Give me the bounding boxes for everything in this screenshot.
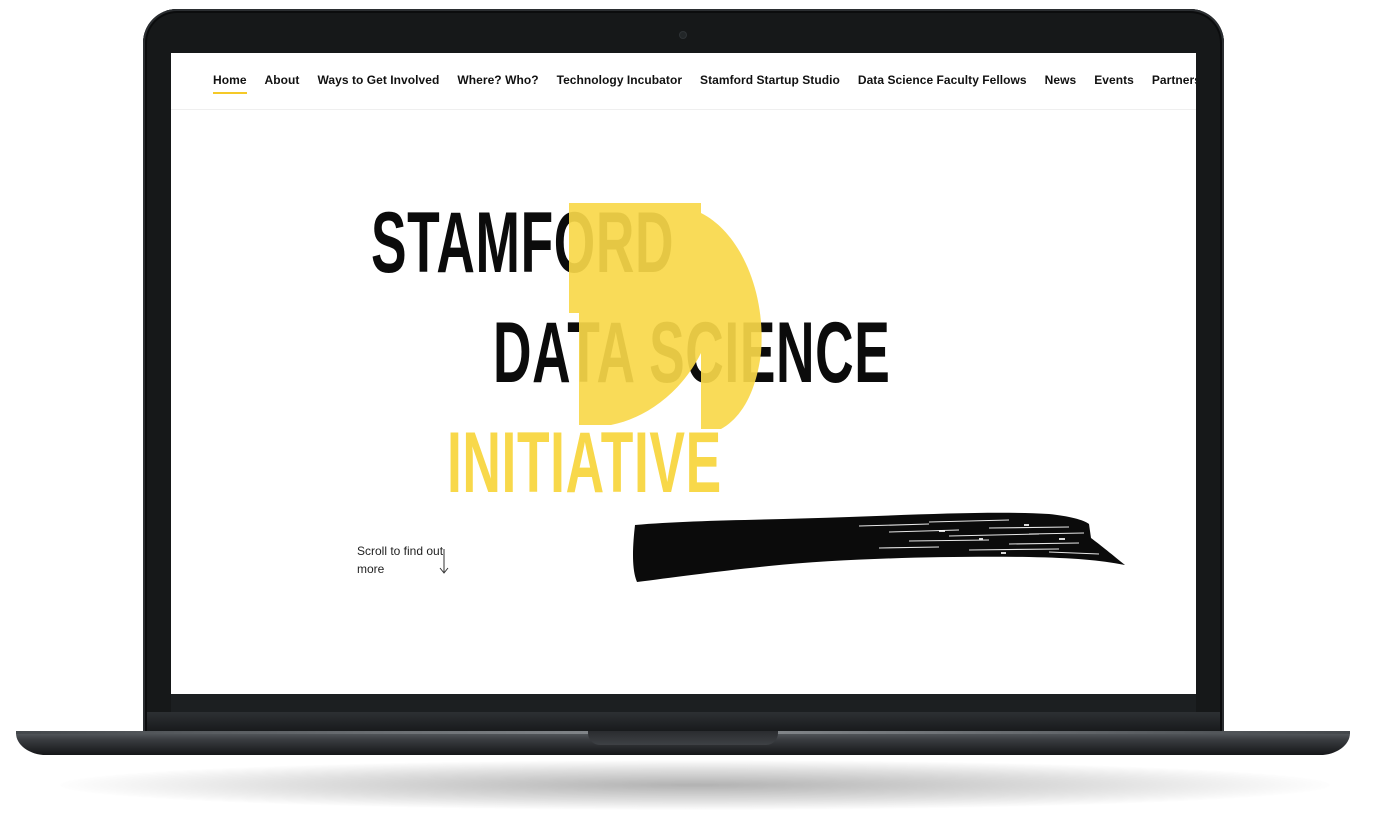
hero-title-line-1: STAMFORD bbox=[371, 195, 675, 291]
scroll-hint[interactable]: Scroll to find out more bbox=[357, 542, 447, 578]
hero-title-line-2: DATA SCIENCE bbox=[493, 305, 891, 401]
hero-title-line-3: INITIATIVE bbox=[447, 415, 722, 511]
screen-chin bbox=[171, 694, 1196, 712]
nav-item-startup-studio[interactable]: Stamford Startup Studio bbox=[700, 73, 840, 87]
camera-icon bbox=[680, 32, 686, 38]
laptop-notch bbox=[588, 731, 778, 745]
brush-stroke-decoration bbox=[633, 512, 1125, 582]
nav-item-events[interactable]: Events bbox=[1094, 73, 1134, 87]
nav-item-technology-incubator[interactable]: Technology Incubator bbox=[557, 73, 682, 87]
nav-list: Home About Ways to Get Involved Where? W… bbox=[213, 73, 1196, 94]
laptop-shadow bbox=[60, 760, 1330, 810]
nav-item-faculty-fellows[interactable]: Data Science Faculty Fellows bbox=[858, 73, 1027, 87]
nav-item-ways-to-get-involved[interactable]: Ways to Get Involved bbox=[317, 73, 439, 87]
nav-item-partners[interactable]: Partners bbox=[1152, 73, 1196, 87]
arrow-down-icon[interactable] bbox=[437, 547, 451, 577]
nav-item-about[interactable]: About bbox=[265, 73, 300, 87]
website-screen: Home About Ways to Get Involved Where? W… bbox=[171, 53, 1196, 694]
nav-item-home[interactable]: Home bbox=[213, 73, 247, 94]
main-navigation: Home About Ways to Get Involved Where? W… bbox=[171, 53, 1196, 110]
scroll-hint-text: Scroll to find out more bbox=[357, 544, 444, 576]
laptop-hinge bbox=[147, 712, 1220, 732]
nav-item-where-who[interactable]: Where? Who? bbox=[457, 73, 538, 87]
nav-item-news[interactable]: News bbox=[1045, 73, 1077, 87]
